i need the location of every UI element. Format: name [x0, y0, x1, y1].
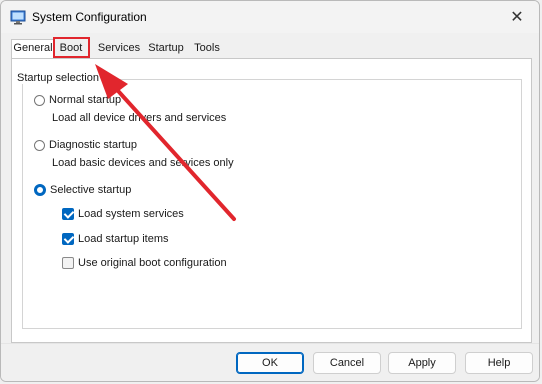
- checkbox-checked[interactable]: [62, 208, 74, 220]
- checkbox-checked[interactable]: [62, 233, 74, 245]
- msconfig-icon: [10, 10, 26, 25]
- selective-startup-radio[interactable]: Selective startup: [34, 184, 131, 196]
- apply-button[interactable]: Apply: [388, 352, 456, 374]
- tab-general[interactable]: General: [11, 39, 55, 59]
- radio-button[interactable]: [34, 139, 45, 151]
- load-system-services-label: Load system services: [78, 208, 184, 220]
- close-icon: ✕: [510, 9, 524, 26]
- title-bar: System Configuration ✕: [1, 1, 539, 33]
- cancel-button[interactable]: Cancel: [313, 352, 381, 374]
- radio-button[interactable]: [34, 94, 45, 106]
- tab-startup[interactable]: Startup: [146, 40, 186, 57]
- tab-tools[interactable]: Tools: [191, 40, 223, 57]
- help-button[interactable]: Help: [465, 352, 533, 374]
- window-title: System Configuration: [32, 10, 147, 24]
- normal-startup-description: Load all device drivers and services: [52, 112, 227, 124]
- diagnostic-startup-label: Diagnostic startup: [49, 139, 138, 151]
- radio-button-selected[interactable]: [34, 184, 46, 196]
- normal-startup-label: Normal startup: [49, 94, 122, 106]
- tab-services-label: Services: [97, 42, 141, 54]
- tab-tools-label: Tools: [194, 42, 220, 54]
- tab-general-label: General: [13, 42, 53, 54]
- use-original-boot-config-label: Use original boot configuration: [78, 257, 227, 269]
- startup-selection-label: Startup selection: [17, 72, 102, 84]
- selective-startup-label: Selective startup: [50, 184, 132, 196]
- load-startup-items-label: Load startup items: [78, 233, 169, 245]
- normal-startup-radio[interactable]: Normal startup: [34, 94, 121, 106]
- tab-startup-label: Startup: [148, 42, 184, 54]
- load-startup-items-checkbox[interactable]: Load startup items: [62, 233, 169, 245]
- use-original-boot-config-checkbox[interactable]: Use original boot configuration: [62, 257, 227, 269]
- boot-tab-highlight-box: [53, 37, 90, 58]
- checkbox-unchecked[interactable]: [62, 257, 74, 269]
- close-button[interactable]: ✕: [495, 1, 539, 33]
- tab-services[interactable]: Services: [96, 40, 142, 57]
- load-system-services-checkbox[interactable]: Load system services: [62, 208, 184, 220]
- ok-button[interactable]: OK: [236, 352, 304, 374]
- diagnostic-startup-description: Load basic devices and services only: [52, 157, 234, 169]
- diagnostic-startup-radio[interactable]: Diagnostic startup: [34, 139, 137, 151]
